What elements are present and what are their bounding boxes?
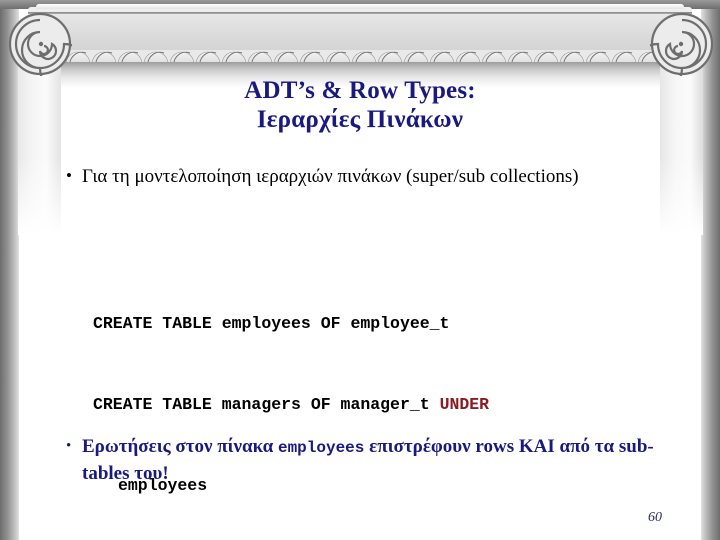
title-line-1: ADT’s & Row Types: bbox=[244, 77, 476, 104]
right-column-shaft bbox=[660, 60, 703, 235]
bullet-1-text: Για τη μοντελοποίηση ιεραρχιών πινάκων (… bbox=[82, 166, 579, 187]
slide-canvas: ADT’s & Row Types: Ιεραρχίες Πινάκων • Γ… bbox=[0, 0, 720, 540]
ionic-volute-left-icon bbox=[8, 12, 72, 76]
sql-code-block: CREATE TABLE employees OF employee_t CRE… bbox=[93, 256, 613, 540]
bullet-item-2: • Ερωτήσεις στον πίνακα employees επιστρ… bbox=[66, 434, 656, 487]
bullet-2-text: Ερωτήσεις στον πίνακα employees επιστρέφ… bbox=[82, 434, 656, 487]
page-number: 60 bbox=[648, 510, 662, 525]
ionic-volute-right-icon bbox=[650, 12, 714, 76]
code-line-1: CREATE TABLE employees OF employee_t bbox=[93, 314, 450, 333]
bullet-2-part-1: Ερωτήσεις στον πίνακα bbox=[82, 436, 278, 457]
bullet-2-table-name: employees bbox=[277, 439, 365, 457]
architrave-band bbox=[28, 7, 692, 55]
left-edge-gradient bbox=[0, 0, 19, 540]
code-keyword-under-1: UNDER bbox=[439, 395, 490, 414]
title-line-2: Ιεραρχίες Πινάκων bbox=[256, 106, 464, 133]
bullet-marker-icon-2: • bbox=[66, 438, 72, 454]
bullet-marker-icon: • bbox=[66, 166, 72, 185]
right-edge-gradient bbox=[701, 0, 720, 540]
bullet-item-1: • Για τη μοντελοποίηση ιεραρχιών πινάκων… bbox=[66, 164, 646, 189]
architrave-highlight bbox=[36, 4, 684, 9]
code-line-2-text: CREATE TABLE managers OF manager_t bbox=[93, 395, 440, 414]
left-column-shaft bbox=[18, 60, 61, 235]
slide-title: ADT’s & Row Types: Ιεραρχίες Πινάκων bbox=[60, 76, 660, 134]
code-line-2: CREATE TABLE managers OF manager_t UNDER bbox=[93, 391, 613, 418]
